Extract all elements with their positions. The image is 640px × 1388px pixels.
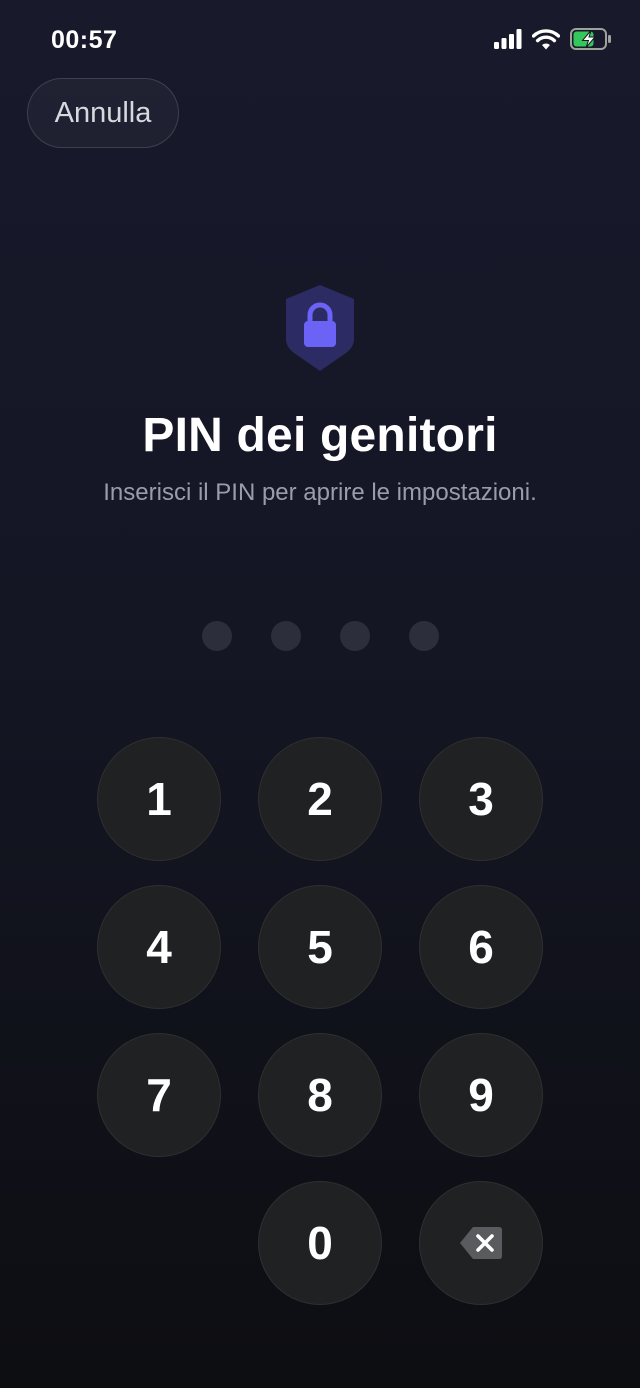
pin-dot [408,621,439,651]
key-3[interactable]: 3 [419,737,543,861]
status-icons [494,28,612,50]
lock-shield-icon [282,283,358,373]
page-title: PIN dei genitori [142,409,498,462]
pin-dot [270,621,301,651]
pin-dot [339,621,370,651]
key-0[interactable]: 0 [258,1181,382,1305]
key-1[interactable]: 1 [97,737,221,861]
keypad-spacer [97,1181,221,1305]
key-7[interactable]: 7 [97,1033,221,1157]
signal-icon [494,29,522,49]
cancel-button[interactable]: Annulla [27,78,179,148]
key-5[interactable]: 5 [258,885,382,1009]
key-9[interactable]: 9 [419,1033,543,1157]
battery-charging-icon [570,28,612,50]
key-4[interactable]: 4 [97,885,221,1009]
numeric-keypad: 1 2 3 4 5 6 7 8 9 0 [97,737,544,1305]
page-subtitle: Inserisci il PIN per aprire le impostazi… [103,479,537,506]
status-time: 00:57 [51,26,118,54]
backspace-icon [459,1226,503,1260]
status-bar: 00:57 [0,0,640,80]
pin-indicator [0,621,640,651]
backspace-button[interactable] [419,1181,543,1305]
key-8[interactable]: 8 [258,1033,382,1157]
pin-dot [201,621,232,651]
wifi-icon [532,28,560,50]
key-2[interactable]: 2 [258,737,382,861]
parental-pin-screen: 00:57 Annulla PIN dei genitori Inserisci… [0,0,640,1388]
key-6[interactable]: 6 [419,885,543,1009]
